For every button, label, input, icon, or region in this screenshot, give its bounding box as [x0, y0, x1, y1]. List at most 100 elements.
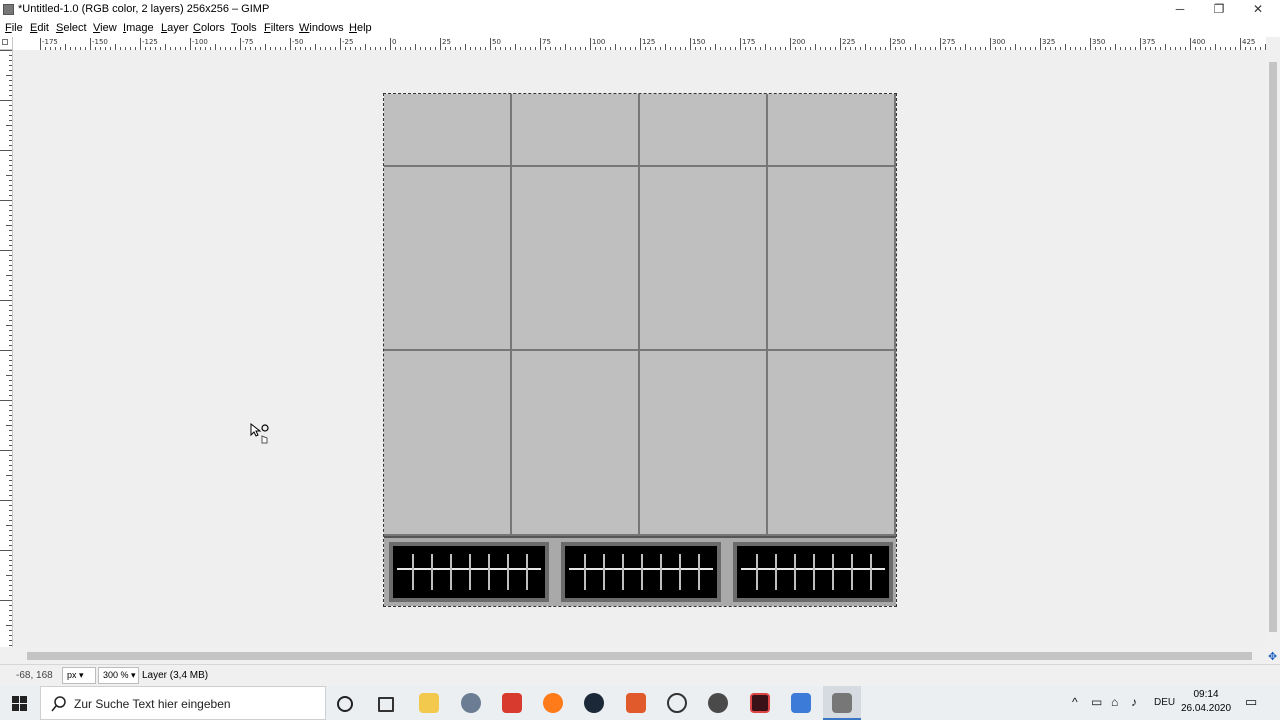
windows-start-button[interactable]: [0, 686, 40, 720]
unit-select[interactable]: px ▾: [62, 667, 96, 684]
clock-date: 26.04.2020: [1180, 703, 1232, 714]
ruler-label: -75: [242, 38, 254, 46]
pointer-coordinates: -68, 168: [16, 670, 53, 681]
obs-icon[interactable]: [667, 693, 687, 713]
ruler-label: 150: [692, 38, 706, 46]
network-icon[interactable]: ⌂: [1111, 695, 1118, 709]
vertical-scroll-thumb[interactable]: [1269, 62, 1277, 632]
search-placeholder: Zur Suche Text hier eingeben: [74, 697, 231, 711]
app-icon-3[interactable]: [626, 693, 646, 713]
close-button[interactable]: ✕: [1238, 0, 1278, 20]
grate-panel: [733, 542, 893, 602]
grate-strip: [384, 536, 896, 606]
ruler-label: 100: [592, 38, 606, 46]
app-icon-4[interactable]: [708, 693, 728, 713]
navigate-icon[interactable]: ✥: [1268, 650, 1277, 663]
menu-filters[interactable]: Filters: [264, 22, 294, 34]
horizontal-scroll-thumb[interactable]: [27, 652, 1252, 660]
ruler-label: 350: [1092, 38, 1106, 46]
vertical-scrollbar[interactable]: [1266, 37, 1280, 647]
ruler-label: 400: [1192, 38, 1206, 46]
floor-tile: [768, 167, 896, 351]
window-title: *Untitled-1.0 (RGB color, 2 layers) 256x…: [18, 3, 270, 15]
search-icon: [51, 696, 66, 712]
cortana-icon[interactable]: [337, 696, 353, 712]
taskbar: Zur Suche Text hier eingeben ^ ▭ ⌂ ♪ DEU…: [0, 686, 1280, 720]
ruler-label: 300: [992, 38, 1006, 46]
task-view-icon[interactable]: [378, 697, 394, 712]
unit-value: px: [67, 670, 77, 680]
maximize-button[interactable]: ❐: [1199, 0, 1239, 20]
ruler-label: 75: [542, 38, 551, 46]
floor-tile: [640, 351, 768, 536]
windows-start-icon: [12, 696, 27, 711]
ruler-label: 200: [792, 38, 806, 46]
floor-tile: [384, 167, 512, 351]
taskbar-clock[interactable]: 09:14 26.04.2020: [1178, 688, 1234, 716]
menu-file[interactable]: File: [5, 22, 23, 34]
notifications-icon[interactable]: ▭: [1245, 694, 1257, 710]
ruler-label: 225: [842, 38, 856, 46]
clock-time: 09:14: [1193, 689, 1219, 700]
horizontal-ruler[interactable]: -175 -150 -125 -100 -75 -50 -25 0 25 50 75 100 125 15…: [13, 37, 1266, 51]
steam-icon[interactable]: [584, 693, 604, 713]
zoom-select[interactable]: 300 % ▾: [98, 667, 139, 684]
menu-layer[interactable]: Layer: [161, 22, 189, 34]
floor-tile: [384, 94, 512, 167]
gimp-taskbar-icon: [832, 693, 852, 713]
gimp-icon: [3, 4, 14, 15]
ruler-label: 250: [892, 38, 906, 46]
menu-help[interactable]: Help: [349, 22, 372, 34]
ruler-label: 25: [442, 38, 451, 46]
ruler-label: 125: [642, 38, 656, 46]
move-cursor-icon: [250, 423, 269, 444]
ruler-label: -50: [292, 38, 304, 46]
grate-panel: [561, 542, 721, 602]
menu-edit[interactable]: Edit: [30, 22, 49, 34]
canvas-area[interactable]: [13, 50, 1266, 647]
ruler-label: 325: [1042, 38, 1056, 46]
grate-panel: [389, 542, 549, 602]
ruler-corner[interactable]: [0, 37, 13, 50]
taskbar-search-box[interactable]: Zur Suche Text hier eingeben: [40, 686, 326, 720]
floor-tile: [512, 167, 640, 351]
app-icon-2[interactable]: [502, 693, 522, 713]
ruler-label: 0: [392, 38, 397, 46]
minimize-button[interactable]: ─: [1160, 0, 1200, 20]
file-explorer-icon[interactable]: [419, 693, 439, 713]
menu-select[interactable]: Select: [56, 22, 87, 34]
gimp-taskbar-button[interactable]: [823, 686, 861, 720]
ruler-label: 425: [1242, 38, 1256, 46]
ruler-label: -100: [192, 38, 208, 46]
battery-icon[interactable]: ▭: [1091, 695, 1102, 709]
ruler-label: 50: [492, 38, 501, 46]
ruler-label: 375: [1142, 38, 1156, 46]
status-bar: -68, 168 px ▾ 300 % ▾ Layer (3,4 MB): [0, 664, 1280, 686]
ruler-label: -25: [342, 38, 354, 46]
ruler-label: -150: [92, 38, 108, 46]
image-canvas[interactable]: [383, 93, 897, 607]
floor-tile: [512, 351, 640, 536]
menu-windows[interactable]: Windows: [299, 22, 344, 34]
menu-colors[interactable]: Colors: [193, 22, 225, 34]
zoom-value: 300 %: [103, 670, 129, 680]
menu-tools[interactable]: Tools: [231, 22, 257, 34]
floor-tile: [640, 94, 768, 167]
app-icon-5[interactable]: [750, 693, 770, 713]
language-indicator[interactable]: DEU: [1154, 697, 1175, 708]
volume-icon[interactable]: ♪: [1131, 695, 1137, 709]
floor-tile: [512, 94, 640, 167]
firefox-icon[interactable]: [543, 693, 563, 713]
window-titlebar: *Untitled-1.0 (RGB color, 2 layers) 256x…: [0, 0, 1280, 20]
chevron-up-icon[interactable]: ^: [1072, 695, 1078, 709]
menu-image[interactable]: Image: [123, 22, 154, 34]
floor-tile: [768, 351, 896, 536]
quick-mask-icon: [2, 39, 8, 45]
menu-view[interactable]: View: [93, 22, 117, 34]
vertical-ruler[interactable]: [0, 50, 13, 647]
ruler-label: -175: [42, 38, 58, 46]
horizontal-scrollbar[interactable]: [13, 649, 1266, 663]
app-icon-1[interactable]: [461, 693, 481, 713]
ruler-label: 275: [942, 38, 956, 46]
app-icon-6[interactable]: [791, 693, 811, 713]
